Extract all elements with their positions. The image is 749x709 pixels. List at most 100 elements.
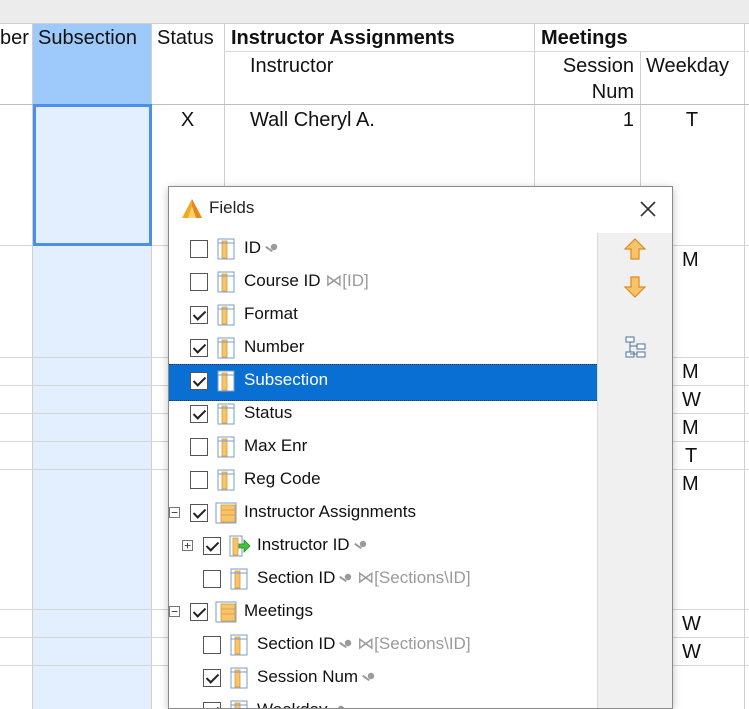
field-checkbox[interactable] (190, 438, 208, 456)
field-label: Section ID (257, 634, 336, 653)
field-label: Weekday (257, 700, 328, 708)
column-header-number[interactable]: ber (0, 25, 31, 51)
field-label: Max Enr (244, 436, 308, 455)
field-checkbox[interactable] (203, 636, 221, 654)
dialog-title: Fields (209, 198, 255, 217)
field-checkbox[interactable] (203, 537, 221, 555)
cell-status[interactable]: X (151, 107, 224, 133)
cell-weekday[interactable]: W (682, 611, 701, 637)
field-icon (230, 634, 248, 656)
expand-icon[interactable]: + (182, 540, 193, 551)
field-checkbox[interactable] (190, 273, 208, 291)
collapse-icon[interactable]: − (169, 507, 180, 518)
field-label: Course ID (244, 271, 321, 290)
column-header-subsection[interactable]: Subsection (38, 25, 137, 51)
field-checkbox[interactable] (203, 669, 221, 687)
field-label: Subsection (244, 370, 329, 389)
cell-session-num[interactable]: 1 (534, 107, 634, 133)
field-reference: [Sections\ID] (374, 634, 471, 653)
move-up-arrow-icon[interactable] (623, 237, 647, 261)
cell-weekday[interactable]: W (682, 387, 701, 413)
field-label: Format (244, 304, 298, 323)
dialog-title-bar[interactable]: Fields (169, 187, 672, 231)
field-item-meetings[interactable]: − Meetings (169, 596, 597, 629)
field-checkbox[interactable] (203, 570, 221, 588)
field-label: Meetings (244, 601, 313, 620)
field-checkbox[interactable] (190, 372, 208, 390)
field-reference: [ID] (342, 271, 369, 290)
key-icon (339, 639, 352, 648)
column-header-instructor-assignments[interactable]: Instructor Assignments (231, 25, 455, 51)
field-icon (217, 337, 235, 359)
field-label: Instructor ID (257, 535, 350, 554)
foreign-key-field-icon (229, 535, 251, 557)
close-icon[interactable] (635, 196, 661, 222)
column-header-weekday[interactable]: Weekday (646, 53, 729, 79)
field-checkbox[interactable] (190, 603, 208, 621)
grid-hline (224, 51, 749, 52)
field-item-id[interactable]: ID (169, 233, 597, 266)
field-item-max-enr[interactable]: Max Enr (169, 431, 597, 464)
field-checkbox[interactable] (190, 504, 208, 522)
grid-top-strip (0, 0, 749, 24)
field-checkbox[interactable] (190, 405, 208, 423)
field-icon (217, 403, 235, 425)
cell-instructor[interactable]: Wall Cheryl A. (250, 107, 375, 133)
column-header-session-num-line2[interactable]: Num (534, 79, 634, 105)
field-label: Section ID (257, 568, 336, 587)
field-checkbox[interactable] (203, 702, 221, 708)
field-icon (217, 370, 235, 392)
field-item-instructor-id[interactable]: + Instructor ID (169, 530, 597, 563)
field-item-weekday[interactable]: Weekday (169, 695, 597, 708)
column-header-session-num-line1[interactable]: Session (534, 53, 634, 79)
field-item-number[interactable]: Number (169, 332, 597, 365)
field-checkbox[interactable] (190, 339, 208, 357)
cell-weekday[interactable]: M (682, 247, 699, 273)
cell-weekday[interactable]: M (682, 471, 699, 497)
cell-weekday[interactable]: M (682, 415, 699, 441)
field-checkbox[interactable] (190, 306, 208, 324)
field-item-section-id[interactable]: Section ID ⋈[Sections\ID] (169, 629, 597, 662)
cell-weekday[interactable]: W (682, 639, 701, 665)
relation-icon: ⋈ (357, 634, 375, 653)
collapse-icon[interactable]: − (169, 606, 180, 617)
field-item-section-id[interactable]: Section ID ⋈[Sections\ID] (169, 563, 597, 596)
field-item-session-num[interactable]: Session Num (169, 662, 597, 695)
grid-vline (744, 24, 745, 709)
fields-tree[interactable]: ID Course ID ⋈[ID] Format Number Subsect… (169, 233, 597, 708)
field-item-subsection[interactable]: Subsection (169, 364, 597, 401)
field-label: Session Num (257, 667, 359, 686)
cell-weekday[interactable]: T (685, 443, 697, 469)
hierarchy-icon[interactable] (624, 335, 648, 359)
field-label: Instructor Assignments (244, 502, 416, 521)
field-checkbox[interactable] (190, 240, 208, 258)
field-icon (230, 568, 248, 590)
field-icon (230, 700, 248, 708)
app-logo-icon (182, 199, 202, 218)
field-icon (217, 469, 235, 491)
relation-icon: ⋈ (357, 568, 375, 587)
field-checkbox[interactable] (190, 471, 208, 489)
move-down-arrow-icon[interactable] (623, 275, 647, 299)
cell-weekday[interactable]: T (640, 107, 744, 133)
selected-cell[interactable] (33, 104, 152, 246)
field-reference: [Sections\ID] (374, 568, 471, 587)
column-header-status[interactable]: Status (157, 25, 214, 51)
field-label: Number (244, 337, 305, 356)
field-item-format[interactable]: Format (169, 299, 597, 332)
field-label: ID (244, 238, 261, 257)
field-item-course-id[interactable]: Course ID ⋈[ID] (169, 266, 597, 299)
field-icon (217, 436, 235, 458)
key-icon (265, 243, 278, 252)
grid-vline (534, 24, 535, 52)
fields-dialog: Fields ID Course ID ⋈[ID] Format Number … (168, 186, 673, 709)
column-header-instructor[interactable]: Instructor (250, 53, 333, 79)
field-label: Reg Code (244, 469, 321, 488)
cell-weekday[interactable]: M (682, 359, 699, 385)
column-header-meetings[interactable]: Meetings (541, 25, 628, 51)
field-item-reg-code[interactable]: Reg Code (169, 464, 597, 497)
field-item-status[interactable]: Status (169, 398, 597, 431)
key-icon (353, 540, 366, 549)
field-item-instructor-assignments[interactable]: − Instructor Assignments (169, 497, 597, 530)
key-icon (331, 705, 344, 708)
